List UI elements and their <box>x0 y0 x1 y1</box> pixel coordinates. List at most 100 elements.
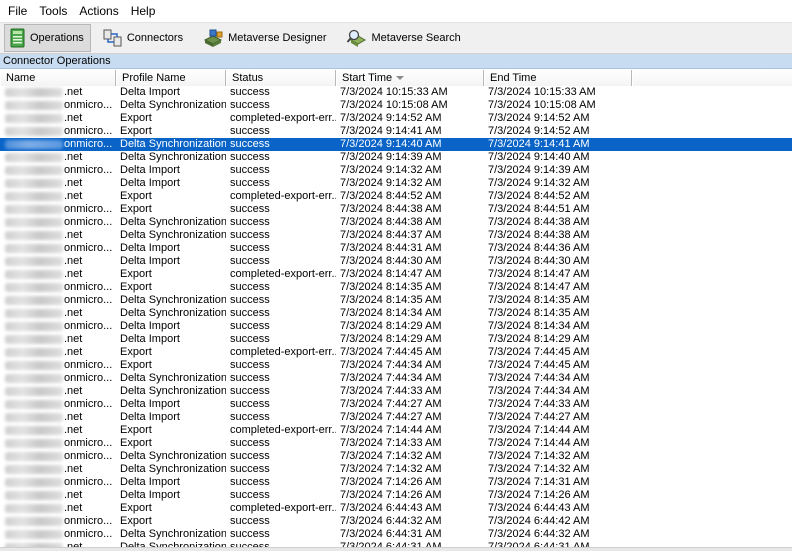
table-row[interactable]: onmicro... Delta Synchronization success 7/… <box>0 528 792 541</box>
redacted-name-blur <box>5 165 63 175</box>
table-row[interactable]: onmicro... Export success 7/3/2024 6:44:32 … <box>0 515 792 528</box>
table-row[interactable]: .net Delta Synchronization success 7/3/2024… <box>0 229 792 242</box>
column-header-status[interactable]: Status <box>226 70 336 86</box>
cell-profile-name: Delta Import <box>120 333 180 345</box>
metaverse-designer-button[interactable]: Metaverse Designer <box>196 24 333 52</box>
name-suffix: .net <box>64 268 83 280</box>
cell-end-time: 7/3/2024 8:44:30 AM <box>488 255 590 267</box>
table-row[interactable]: .net Delta Import success 7/3/2024 8:14:29 … <box>0 333 792 346</box>
table-row[interactable]: .net Delta Import success 7/3/2024 7:14:26 … <box>0 489 792 502</box>
cell-profile-name: Export <box>120 112 152 124</box>
connectors-button[interactable]: Connectors <box>97 24 190 52</box>
table-row[interactable]: .net Export completed-export-err... 7/3/202… <box>0 190 792 203</box>
menu-tools[interactable]: Tools <box>33 0 73 22</box>
table-row[interactable]: .net Export completed-export-err... 7/3/202… <box>0 424 792 437</box>
table-row[interactable]: onmicro... Delta Import success 7/3/2024 7:… <box>0 398 792 411</box>
table-row[interactable]: onmicro... Export success 7/3/2024 7:14:33 … <box>0 437 792 450</box>
cell-status: success <box>230 255 270 267</box>
cell-name: onmicro... <box>0 437 116 450</box>
name-suffix: .net <box>64 411 83 423</box>
toolbar: Operations Connectors Metaverse Designer… <box>0 22 792 54</box>
table-row[interactable]: onmicro... Delta Synchronization success 7/… <box>0 450 792 463</box>
menu-file[interactable]: File <box>2 0 33 22</box>
table-row[interactable]: onmicro... Delta Synchronization success 7/… <box>0 216 792 229</box>
column-header-end-time[interactable]: End Time <box>484 70 632 86</box>
table-row[interactable]: .net Export completed-export-err... 7/3/202… <box>0 112 792 125</box>
redacted-name-blur <box>5 373 63 383</box>
table-row[interactable]: onmicro... Delta Import success 7/3/2024 7:… <box>0 476 792 489</box>
menu-help[interactable]: Help <box>125 0 162 22</box>
cell-start-time: 7/3/2024 8:44:30 AM <box>340 255 442 267</box>
table-row[interactable]: onmicro... Delta Synchronization success 7/… <box>0 138 792 151</box>
cell-end-time: 7/3/2024 7:14:26 AM <box>488 489 590 501</box>
cell-profile-name: Delta Synchronization <box>120 294 226 306</box>
cell-profile-name: Export <box>120 268 152 280</box>
cell-name: onmicro... <box>0 398 116 411</box>
cell-profile-name: Delta Import <box>120 489 180 501</box>
cell-name: .net <box>0 268 116 281</box>
cell-start-time: 7/3/2024 8:14:35 AM <box>340 281 442 293</box>
redacted-name-blur <box>5 191 63 201</box>
sort-descending-icon <box>396 76 404 80</box>
table-row[interactable]: onmicro... Export success 7/3/2024 8:14:35 … <box>0 281 792 294</box>
table-row[interactable]: onmicro... Delta Synchronization success 7/… <box>0 99 792 112</box>
cell-profile-name: Export <box>120 424 152 436</box>
cell-end-time: 7/3/2024 7:44:34 AM <box>488 372 590 384</box>
cell-profile-name: Delta Import <box>120 86 180 98</box>
operations-button[interactable]: Operations <box>4 24 91 52</box>
metaverse-designer-label: Metaverse Designer <box>228 32 327 44</box>
cell-status: success <box>230 411 270 423</box>
column-header-name[interactable]: Name <box>0 70 116 86</box>
name-suffix: .net <box>64 489 83 501</box>
table-row[interactable]: onmicro... Delta Synchronization success 7/… <box>0 294 792 307</box>
column-header-profile-name[interactable]: Profile Name <box>116 70 226 86</box>
table-row[interactable]: onmicro... Delta Import success 7/3/2024 8:… <box>0 242 792 255</box>
table-row[interactable]: .net Export completed-export-err... 7/3/202… <box>0 346 792 359</box>
table-row[interactable]: .net Delta Synchronization success 7/3/2024… <box>0 463 792 476</box>
cell-status: success <box>230 99 270 111</box>
column-header-start-time[interactable]: Start Time <box>336 70 484 86</box>
cell-end-time: 7/3/2024 7:14:32 AM <box>488 450 590 462</box>
name-suffix: onmicro... <box>64 528 113 540</box>
cell-end-time: 7/3/2024 8:14:47 AM <box>488 281 590 293</box>
cell-name: onmicro... <box>0 320 116 333</box>
table-row[interactable]: onmicro... Export success 7/3/2024 9:14:41 … <box>0 125 792 138</box>
cell-profile-name: Delta Synchronization <box>120 216 226 228</box>
table-row[interactable]: .net Export completed-export-err... 7/3/202… <box>0 268 792 281</box>
name-suffix: .net <box>64 177 83 189</box>
cell-name: onmicro... <box>0 242 116 255</box>
name-suffix: .net <box>64 86 83 98</box>
table-row[interactable]: .net Delta Synchronization success 7/3/2024… <box>0 307 792 320</box>
cell-status: success <box>230 476 270 488</box>
table-row[interactable]: .net Delta Import success 7/3/2024 9:14:32 … <box>0 177 792 190</box>
cell-start-time: 7/3/2024 7:14:44 AM <box>340 424 442 436</box>
cell-name: onmicro... <box>0 138 116 151</box>
cell-start-time: 7/3/2024 8:44:31 AM <box>340 242 442 254</box>
cell-end-time: 7/3/2024 7:14:32 AM <box>488 463 590 475</box>
table-row[interactable]: onmicro... Delta Import success 7/3/2024 9:… <box>0 164 792 177</box>
cell-start-time: 7/3/2024 6:44:31 AM <box>340 528 442 540</box>
table-row[interactable]: .net Delta Import success 7/3/2024 8:44:30 … <box>0 255 792 268</box>
cell-start-time: 7/3/2024 7:14:32 AM <box>340 450 442 462</box>
redacted-name-blur <box>5 490 63 500</box>
table-row[interactable]: .net Delta Import success 7/3/2024 10:15:33… <box>0 86 792 99</box>
menu-actions[interactable]: Actions <box>73 0 124 22</box>
table-row[interactable]: .net Delta Synchronization success 7/3/2024… <box>0 385 792 398</box>
metaverse-search-button[interactable]: Metaverse Search <box>340 24 468 52</box>
table-row[interactable]: .net Delta Synchronization success 7/3/2024… <box>0 151 792 164</box>
name-suffix: .net <box>64 385 83 397</box>
table-row[interactable]: onmicro... Delta Synchronization success 7/… <box>0 372 792 385</box>
cell-profile-name: Export <box>120 190 152 202</box>
cell-end-time: 7/3/2024 6:44:42 AM <box>488 515 590 527</box>
cell-end-time: 7/3/2024 7:14:44 AM <box>488 437 590 449</box>
menu-bar: File Tools Actions Help <box>0 0 792 22</box>
table-row[interactable]: onmicro... Delta Import success 7/3/2024 8:… <box>0 320 792 333</box>
horizontal-scrollbar[interactable] <box>0 547 792 551</box>
table-row[interactable]: .net Export completed-export-err... 7/3/202… <box>0 502 792 515</box>
name-suffix: onmicro... <box>64 216 113 228</box>
cell-status: success <box>230 528 270 540</box>
table-row[interactable]: onmicro... Export success 7/3/2024 8:44:38 … <box>0 203 792 216</box>
table-row[interactable]: .net Delta Import success 7/3/2024 7:44:27 … <box>0 411 792 424</box>
table-row[interactable]: onmicro... Export success 7/3/2024 7:44:34 … <box>0 359 792 372</box>
cell-start-time: 7/3/2024 9:14:32 AM <box>340 177 442 189</box>
